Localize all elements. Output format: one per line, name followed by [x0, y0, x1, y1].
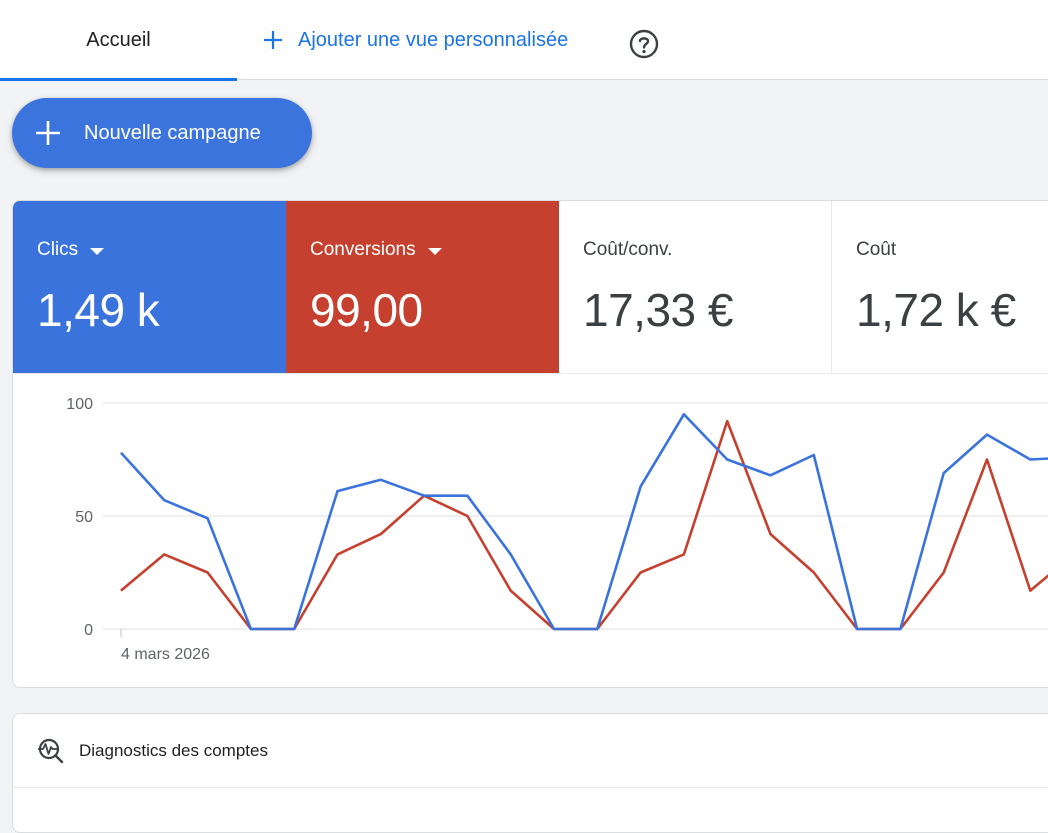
y-tick-label: 0	[84, 622, 93, 639]
new-campaign-label: Nouvelle campagne	[84, 121, 261, 144]
add-custom-view-label: Ajouter une vue personnalisée	[298, 28, 569, 51]
active-tab-indicator	[0, 78, 237, 81]
metric-clicks[interactable]: Clics 1,49 k	[13, 201, 286, 373]
metric-label: Clics	[37, 239, 79, 260]
y-tick-label: 50	[75, 509, 93, 526]
metric-value: 17,33 €	[583, 284, 733, 336]
metric-value: 99,00	[310, 284, 423, 336]
metric-label: Conversions	[310, 239, 416, 260]
metric-cost[interactable]: Coût 1,72 k €	[832, 201, 1048, 373]
metric-label: Coût	[856, 239, 897, 260]
plus-icon	[264, 31, 282, 49]
metric-conversions[interactable]: Conversions 99,00	[286, 201, 559, 373]
add-custom-view-button[interactable]: Ajouter une vue personnalisée	[262, 0, 568, 80]
new-campaign-button[interactable]: Nouvelle campagne	[12, 98, 312, 168]
tab-home[interactable]: Accueil	[0, 0, 237, 81]
diagnostics-icon	[38, 738, 64, 763]
x-tick-label: 4 mars 2026	[121, 646, 210, 663]
diagnostics-header[interactable]: Diagnostics des comptes	[13, 714, 1048, 788]
tab-home-label: Accueil	[86, 28, 151, 51]
performance-line-chart: 100 50 0 4 mars 2026	[66, 396, 1048, 663]
account-diagnostics-card: Diagnostics des comptes	[12, 713, 1048, 833]
help-circle-icon[interactable]	[628, 28, 660, 60]
y-tick-label: 100	[66, 396, 93, 413]
metric-value: 1,72 k €	[856, 284, 1016, 336]
performance-card: Clics 1,49 k Conversions 99,00 Coût/conv…	[12, 200, 1048, 688]
diagnostics-title: Diagnostics des comptes	[79, 740, 268, 760]
metric-value: 1,49 k	[37, 284, 160, 336]
top-tab-bar: Accueil Ajouter une vue personnalisée	[0, 0, 1048, 81]
metric-label: Coût/conv.	[583, 239, 673, 260]
series-line-clics	[120, 412, 1048, 631]
metric-cost-per-conversion[interactable]: Coût/conv. 17,33 €	[559, 201, 832, 373]
caret-down-icon[interactable]	[90, 247, 105, 255]
plus-icon	[36, 121, 60, 145]
caret-down-icon[interactable]	[427, 247, 442, 255]
